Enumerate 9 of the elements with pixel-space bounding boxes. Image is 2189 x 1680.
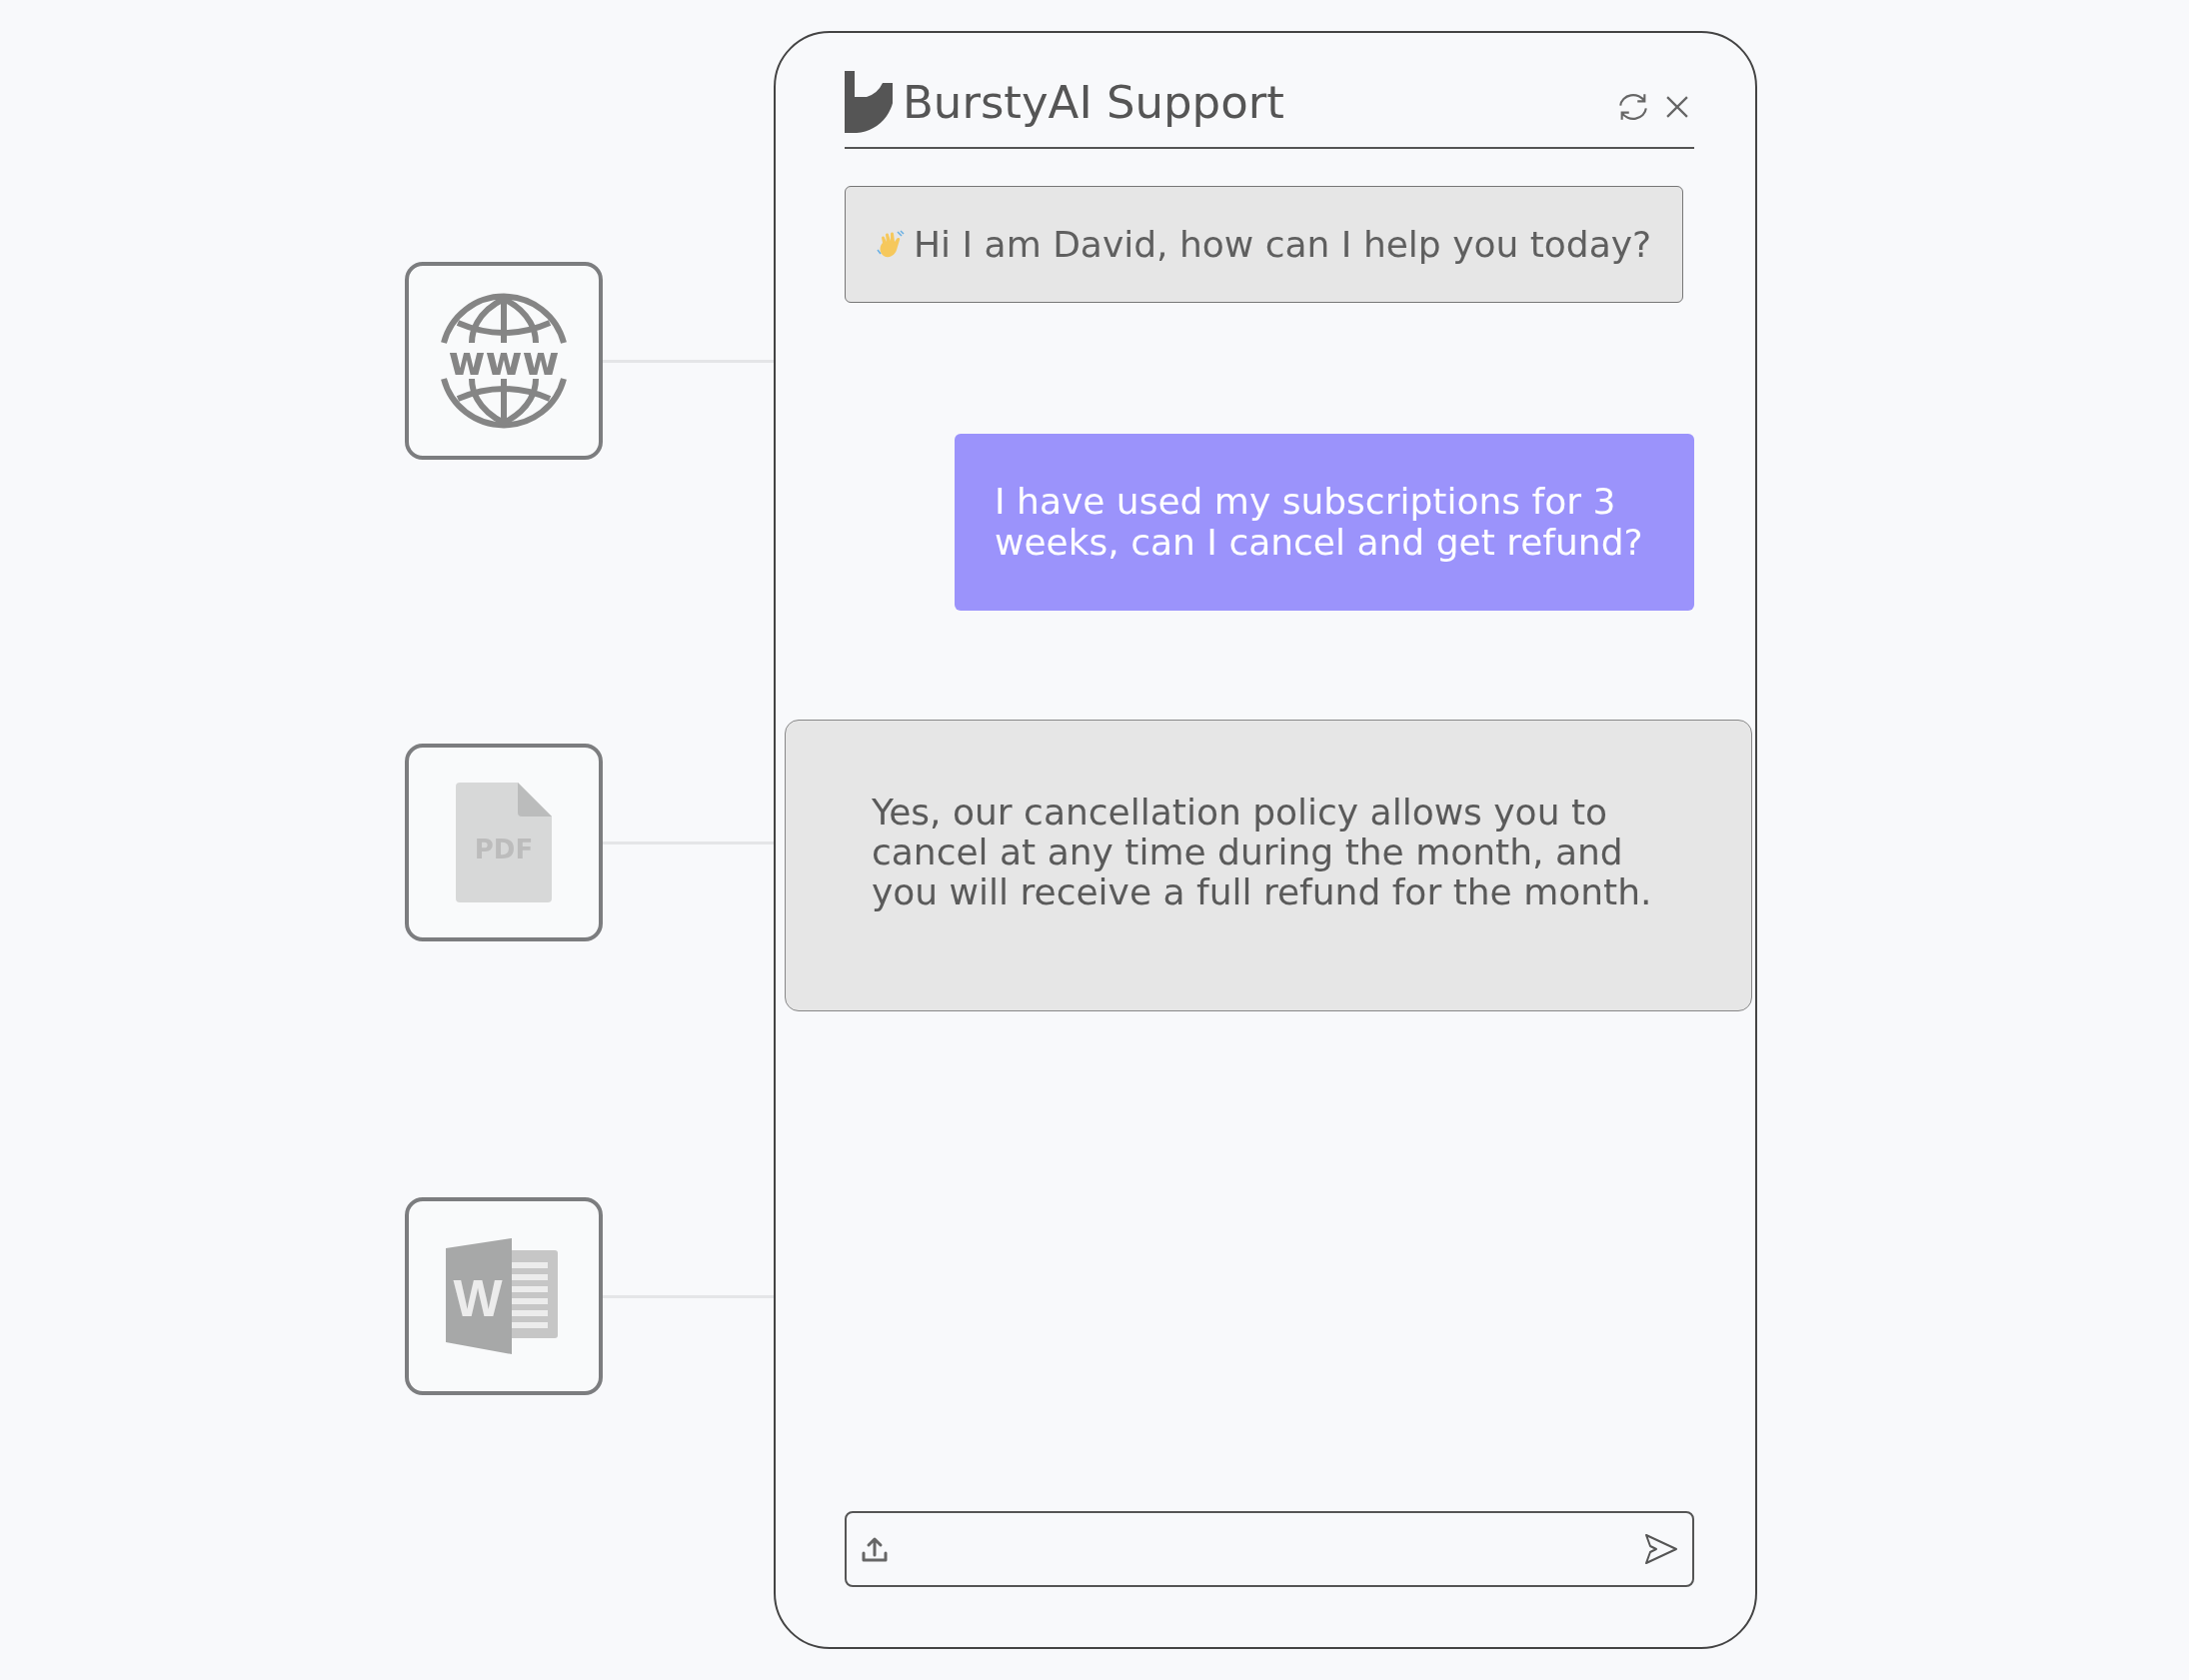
chat-title: BurstyAI Support [903, 75, 1285, 129]
answer-message: Yes, our cancellation policy allows you to cancel at any time during the month, and you will receive a full refund for the month. [785, 720, 1752, 1011]
user-message: I have used my subscriptions for 3 weeks, can I cancel and get refund? [955, 434, 1694, 611]
logo-icon [845, 71, 893, 133]
message-input[interactable] [845, 1511, 1694, 1587]
send-icon[interactable] [1644, 1532, 1678, 1566]
waving-hand-icon [876, 229, 906, 260]
message-text: Hi I am David, how can I help you today? [914, 224, 1652, 265]
upload-icon[interactable] [861, 1535, 889, 1563]
